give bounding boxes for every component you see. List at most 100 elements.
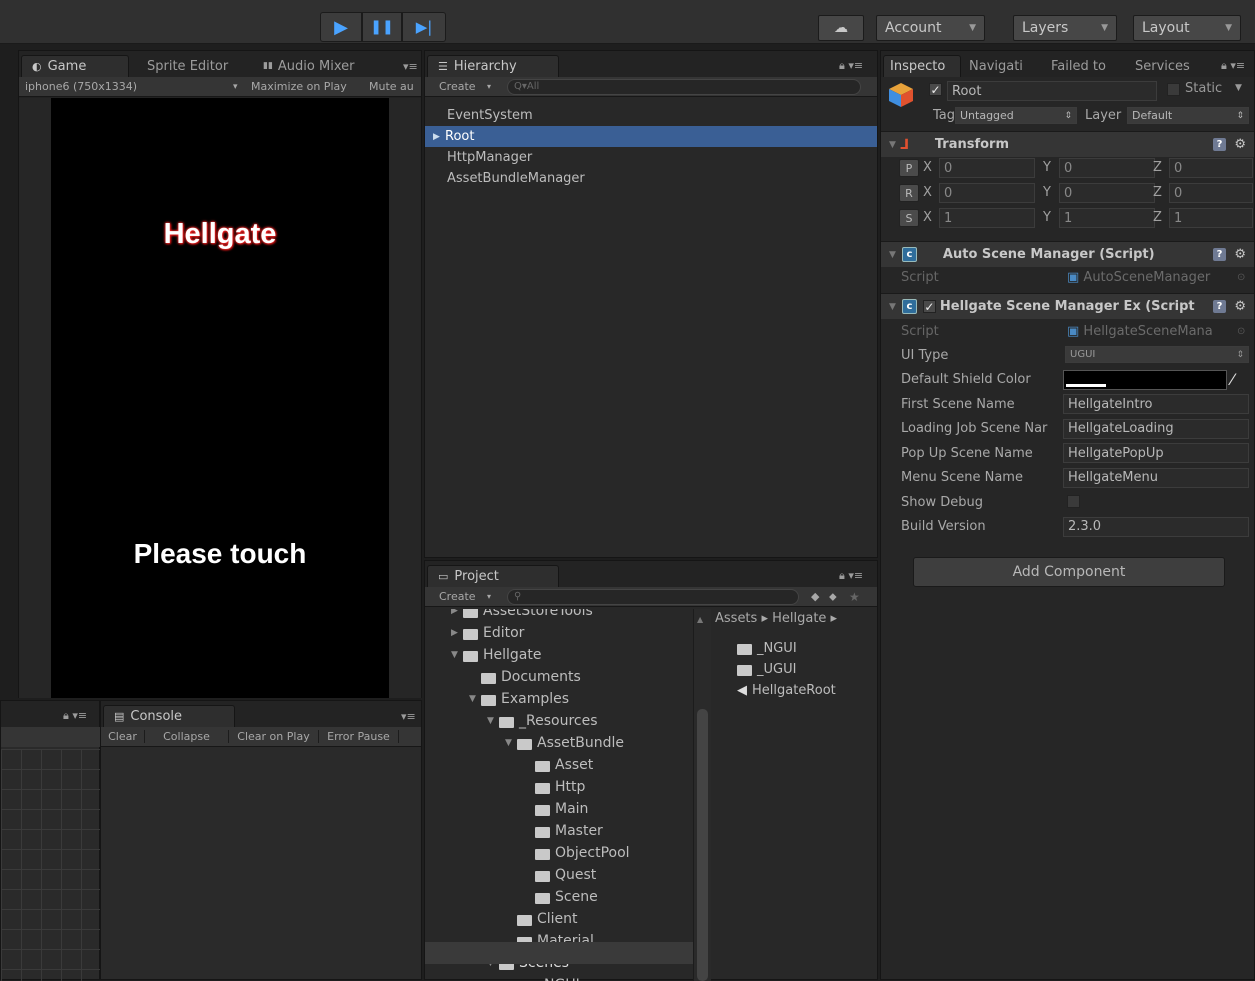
auto-scene-manager-header[interactable]: ▼ c Auto Scene Manager (Script) ? ⚙ [881, 241, 1254, 267]
help-icon[interactable]: ? [1213, 138, 1226, 151]
expand-arrow-icon[interactable]: ▶ [451, 609, 463, 616]
transform-z-field[interactable]: 1 [1169, 208, 1253, 228]
maximize-on-play-toggle[interactable]: Maximize on Play [251, 80, 347, 93]
gear-icon[interactable]: ⚙ [1234, 299, 1246, 314]
tree-item[interactable]: ▶Editor [451, 622, 524, 644]
tree-item[interactable]: Documents [469, 666, 581, 688]
ui-type-dropdown[interactable]: UGUI⇕ [1065, 346, 1249, 363]
asset-item[interactable]: ◀HellgateRoot [737, 679, 836, 701]
static-checkbox[interactable] [1167, 83, 1180, 100]
clear-on-play-button[interactable]: Clear on Play [229, 730, 319, 743]
lock-icon[interactable]: 🔒︎ ▾≡ [829, 55, 873, 77]
favorite-star-icon[interactable]: ★ [849, 590, 860, 604]
create-dropdown[interactable]: Create [439, 80, 476, 93]
filter-label-icon[interactable]: ⬥ [829, 590, 837, 604]
tab-game[interactable]: ◐Game [21, 55, 129, 77]
project-search-input[interactable]: ⚲ [507, 589, 799, 605]
tab-project[interactable]: ▭Project [427, 565, 559, 587]
script-field[interactable]: ▣ HellgateSceneMana [1067, 324, 1213, 339]
expand-arrow-down-icon[interactable]: ▼ [505, 738, 517, 748]
tree-item[interactable]: Http [523, 776, 585, 798]
mute-audio-toggle[interactable]: Mute au [369, 80, 421, 93]
hierarchy-item-selected[interactable]: ▶Root [425, 126, 877, 147]
caret-down-icon[interactable]: ▼ [1235, 83, 1242, 93]
transform-y-field[interactable]: 1 [1059, 208, 1155, 228]
transform-z-field[interactable]: 0 [1169, 183, 1253, 203]
filter-type-icon[interactable]: ◆ [811, 590, 819, 603]
property-text-field[interactable]: HellgateMenu [1063, 468, 1249, 488]
expand-arrow-icon[interactable]: ▶ [451, 628, 463, 638]
expand-arrow-down-icon[interactable]: ▼ [487, 716, 499, 726]
lock-icon[interactable]: 🔒︎ ▾≡ [53, 705, 97, 727]
tab-audio-mixer[interactable]: ▮▮Audio Mixer [253, 55, 364, 77]
game-viewport[interactable]: Hellgate Please touch [51, 98, 389, 698]
expand-arrow-icon[interactable]: ▶ [433, 132, 445, 142]
expand-arrow-down-icon[interactable]: ▼ [451, 650, 463, 660]
layers-dropdown[interactable]: Layers▼ [1013, 15, 1117, 41]
panel-menu-icon[interactable]: ▾≡ [393, 55, 428, 77]
error-pause-button[interactable]: Error Pause [319, 730, 399, 743]
account-dropdown[interactable]: Account▼ [876, 15, 985, 41]
property-text-field[interactable]: HellgateLoading [1063, 419, 1249, 439]
hierarchy-item[interactable]: AssetBundleManager [425, 168, 877, 189]
layer-dropdown[interactable]: Default⇕ [1127, 107, 1249, 124]
transform-mode-button[interactable]: P [899, 159, 919, 177]
property-text-field[interactable]: 2.3.0 [1063, 517, 1249, 537]
tab-sprite-editor[interactable]: Sprite Editor [137, 55, 238, 77]
fold-arrow-icon[interactable]: ▼ [889, 250, 896, 260]
transform-z-field[interactable]: 0 [1169, 158, 1253, 178]
asset-item[interactable]: _UGUI [737, 658, 796, 680]
resolution-dropdown[interactable]: iphone6 (750x1334) [25, 80, 137, 93]
show-debug-checkbox[interactable] [1067, 495, 1080, 508]
object-name-field[interactable]: Root [947, 81, 1157, 101]
tree-item[interactable]: Scene [523, 886, 598, 908]
lock-icon[interactable]: 🔒︎ ▾≡ [829, 565, 873, 587]
property-text-field[interactable]: HellgatePopUp [1063, 443, 1249, 463]
transform-mode-button[interactable]: S [899, 209, 919, 227]
layout-dropdown[interactable]: Layout▼ [1133, 15, 1241, 41]
collapse-button[interactable]: Collapse [145, 730, 229, 743]
transform-y-field[interactable]: 0 [1059, 158, 1155, 178]
tab-console[interactable]: ▤Console [103, 705, 235, 727]
hierarchy-search-input[interactable]: Q▾All [507, 79, 861, 95]
active-checkbox[interactable]: ✓ [929, 83, 942, 98]
object-picker-icon[interactable]: ⊙ [1237, 272, 1245, 283]
object-picker-icon[interactable]: ⊙ [1237, 326, 1245, 337]
gear-icon[interactable]: ⚙ [1234, 247, 1246, 262]
tab-failed[interactable]: Failed to [1045, 55, 1112, 77]
tree-item[interactable]: ObjectPool [523, 842, 630, 864]
step-button[interactable]: ▶| [402, 12, 446, 42]
help-icon[interactable]: ? [1213, 248, 1226, 261]
pause-button[interactable]: ❚❚ [362, 12, 402, 42]
hierarchy-item[interactable]: HttpManager [425, 147, 877, 168]
add-component-button[interactable]: Add Component [913, 557, 1225, 587]
transform-mode-button[interactable]: R [899, 184, 919, 202]
tab-services[interactable]: Services [1129, 55, 1196, 77]
tree-item[interactable]: Main [523, 798, 588, 820]
tree-item[interactable]: Master [523, 820, 603, 842]
panel-menu-icon[interactable]: ▾≡ [391, 705, 426, 727]
shield-color-field[interactable] [1063, 370, 1227, 390]
tree-scrollbar[interactable]: ▲ [693, 609, 711, 981]
expand-arrow-down-icon[interactable]: ▼ [469, 694, 481, 704]
transform-header[interactable]: ▼ ⅃ Transform ? ⚙ [881, 131, 1254, 157]
tree-item[interactable]: ▶AssetStoreTools [451, 609, 593, 622]
tab-navigation[interactable]: Navigati [963, 55, 1029, 77]
tab-hierarchy[interactable]: ☰Hierarchy [427, 55, 559, 77]
tree-item[interactable]: ▼AssetBundle [505, 732, 624, 754]
cloud-button[interactable]: ☁ [818, 15, 864, 41]
tree-item[interactable]: ▼Hellgate [451, 644, 542, 666]
scroll-up-icon[interactable]: ▲ [697, 615, 703, 624]
transform-x-field[interactable]: 1 [939, 208, 1035, 228]
component-enabled-checkbox[interactable]: ✓ [923, 300, 936, 313]
clear-button[interactable]: Clear [101, 730, 145, 743]
hierarchy-item[interactable]: EventSystem [425, 105, 877, 126]
gear-icon[interactable]: ⚙ [1234, 137, 1246, 152]
tree-item[interactable]: ▼Examples [469, 688, 569, 710]
property-text-field[interactable]: HellgateIntro [1063, 394, 1249, 414]
tree-item[interactable]: Asset [523, 754, 593, 776]
help-icon[interactable]: ? [1213, 300, 1226, 313]
transform-y-field[interactable]: 0 [1059, 183, 1155, 203]
fold-arrow-icon[interactable]: ▼ [889, 140, 896, 150]
play-button[interactable]: ▶ [320, 12, 362, 42]
